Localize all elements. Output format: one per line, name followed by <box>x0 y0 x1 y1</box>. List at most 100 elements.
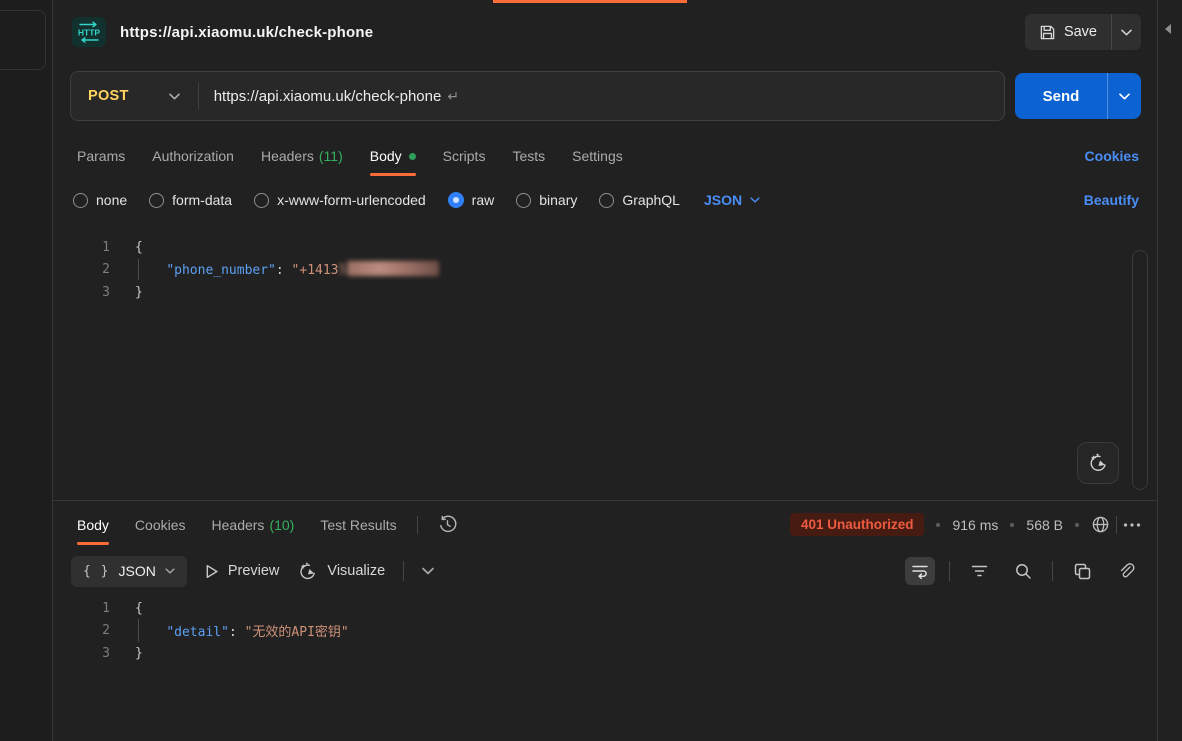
send-options-chevron[interactable] <box>1107 73 1141 119</box>
search-icon <box>1015 563 1032 580</box>
more-options-icon <box>1123 522 1141 528</box>
line-number: 3 <box>53 285 110 300</box>
search-button[interactable] <box>1008 557 1038 585</box>
cookies-link[interactable]: Cookies <box>1085 148 1139 164</box>
visualize-label: Visualize <box>327 563 385 579</box>
line-number: 2 <box>53 623 110 638</box>
request-body-editor[interactable]: 1 { 2 "phone_number": "+14135 3 } <box>53 236 1157 500</box>
headers-count-badge: (11) <box>319 148 343 164</box>
redacted-value-blur <box>347 261 439 276</box>
save-options-chevron[interactable] <box>1111 14 1141 50</box>
url-box: POST https://api.xiaomu.uk/check-phone ↵ <box>70 71 1005 121</box>
code-line: 3 } <box>53 642 1157 665</box>
response-tab-test-results-label: Test Results <box>320 517 396 533</box>
network-info-button[interactable] <box>1091 515 1110 534</box>
wrap-text-button[interactable] <box>905 557 935 585</box>
radio-circle-icon <box>254 193 269 208</box>
response-tab-test-results[interactable]: Test Results <box>320 517 396 533</box>
beautify-link[interactable]: Beautify <box>1084 192 1139 208</box>
response-tab-cookies[interactable]: Cookies <box>135 517 186 533</box>
response-size[interactable]: 568 B <box>1026 517 1063 533</box>
url-value: https://api.xiaomu.uk/check-phone <box>214 88 442 105</box>
code-line: 1 { <box>53 236 1157 259</box>
line-number: 2 <box>53 262 110 277</box>
code-token: : <box>229 625 245 640</box>
radio-graphql[interactable]: GraphQL <box>599 192 680 208</box>
response-time[interactable]: 916 ms <box>952 517 998 533</box>
response-tab-body[interactable]: Body <box>77 517 109 533</box>
preview-button[interactable]: Preview <box>205 563 280 579</box>
radio-form-data[interactable]: form-data <box>149 192 232 208</box>
radio-circle-icon <box>516 193 531 208</box>
globe-icon <box>1091 515 1110 534</box>
line-number: 3 <box>53 646 110 661</box>
response-header: Body Cookies Headers(10) Test Results 40… <box>53 501 1157 548</box>
enter-hint: ↵ <box>447 88 459 104</box>
page-title: https://api.xiaomu.uk/check-phone <box>120 24 373 41</box>
postbot-sparkle-icon <box>1087 452 1109 474</box>
line-number: 1 <box>53 601 110 616</box>
visualize-button[interactable]: Visualize <box>297 561 385 582</box>
response-tab-headers[interactable]: Headers(10) <box>212 517 295 533</box>
save-button[interactable]: Save <box>1025 14 1111 50</box>
collapse-caret-icon[interactable] <box>1165 24 1171 34</box>
divider <box>1116 516 1117 534</box>
sidebar-collapsed-item[interactable] <box>0 10 46 70</box>
filter-icon <box>971 564 988 578</box>
response-body-editor[interactable]: 1 { 2 "detail": "无效的API密钥" 3 } <box>53 597 1157 741</box>
radio-circle-icon <box>599 193 614 208</box>
radio-raw[interactable]: raw <box>448 192 495 208</box>
method-label: POST <box>88 88 129 104</box>
tab-settings[interactable]: Settings <box>572 148 623 164</box>
response-options-button[interactable] <box>1123 522 1141 528</box>
status-badge[interactable]: 401 Unauthorized <box>790 513 925 536</box>
editor-scrollbar[interactable] <box>1132 250 1148 490</box>
tab-body[interactable]: Body <box>370 148 416 164</box>
code-line: 1 { <box>53 597 1157 620</box>
tab-scripts[interactable]: Scripts <box>443 148 486 164</box>
body-format-dropdown[interactable]: JSON <box>704 192 760 208</box>
paperclip-icon <box>1117 562 1135 580</box>
filter-button[interactable] <box>964 557 994 585</box>
response-format-dropdown[interactable]: { } JSON <box>71 556 187 587</box>
divider <box>417 516 418 534</box>
response-headers-count-badge: (10) <box>269 517 294 533</box>
send-button[interactable]: Send <box>1015 73 1107 119</box>
response-history-button[interactable] <box>438 515 457 534</box>
postbot-button[interactable] <box>1077 442 1119 484</box>
tab-authorization[interactable]: Authorization <box>152 148 234 164</box>
radio-graphql-label: GraphQL <box>622 192 680 208</box>
divider <box>1052 561 1053 581</box>
code-token: } <box>135 646 143 661</box>
radio-selected-icon <box>448 192 464 208</box>
line-number: 1 <box>53 240 110 255</box>
url-input[interactable]: https://api.xiaomu.uk/check-phone ↵ <box>199 88 1004 105</box>
response-tab-headers-label: Headers <box>212 517 265 533</box>
save-icon <box>1039 24 1056 41</box>
code-indent <box>135 625 166 640</box>
visualize-expand-chevron[interactable] <box>422 567 434 575</box>
tab-tests[interactable]: Tests <box>512 148 545 164</box>
tab-params[interactable]: Params <box>77 148 125 164</box>
save-button-label: Save <box>1064 24 1097 40</box>
body-modified-dot <box>409 153 416 160</box>
radio-form-data-label: form-data <box>172 192 232 208</box>
json-key: "detail" <box>166 625 229 640</box>
code-line: 3 } <box>53 281 1157 304</box>
tab-headers[interactable]: Headers(11) <box>261 148 343 164</box>
radio-urlencoded[interactable]: x-www-form-urlencoded <box>254 192 426 208</box>
dot-separator <box>1075 523 1079 527</box>
copy-button[interactable] <box>1067 557 1097 585</box>
response-tab-body-label: Body <box>77 517 109 533</box>
method-dropdown[interactable]: POST <box>71 88 198 104</box>
save-split-button: Save <box>1025 14 1141 50</box>
dot-separator <box>1010 523 1014 527</box>
json-value: "无效的API密钥" <box>245 625 349 640</box>
radio-binary[interactable]: binary <box>516 192 577 208</box>
radio-none[interactable]: none <box>73 192 127 208</box>
code-line: 2 "detail": "无效的API密钥" <box>53 620 1157 643</box>
response-meta: 401 Unauthorized 916 ms 568 B <box>790 513 1141 536</box>
request-url-row: POST https://api.xiaomu.uk/check-phone↵ … <box>53 71 1157 121</box>
tab-body-label: Body <box>370 148 402 164</box>
save-response-button[interactable] <box>1111 557 1141 585</box>
